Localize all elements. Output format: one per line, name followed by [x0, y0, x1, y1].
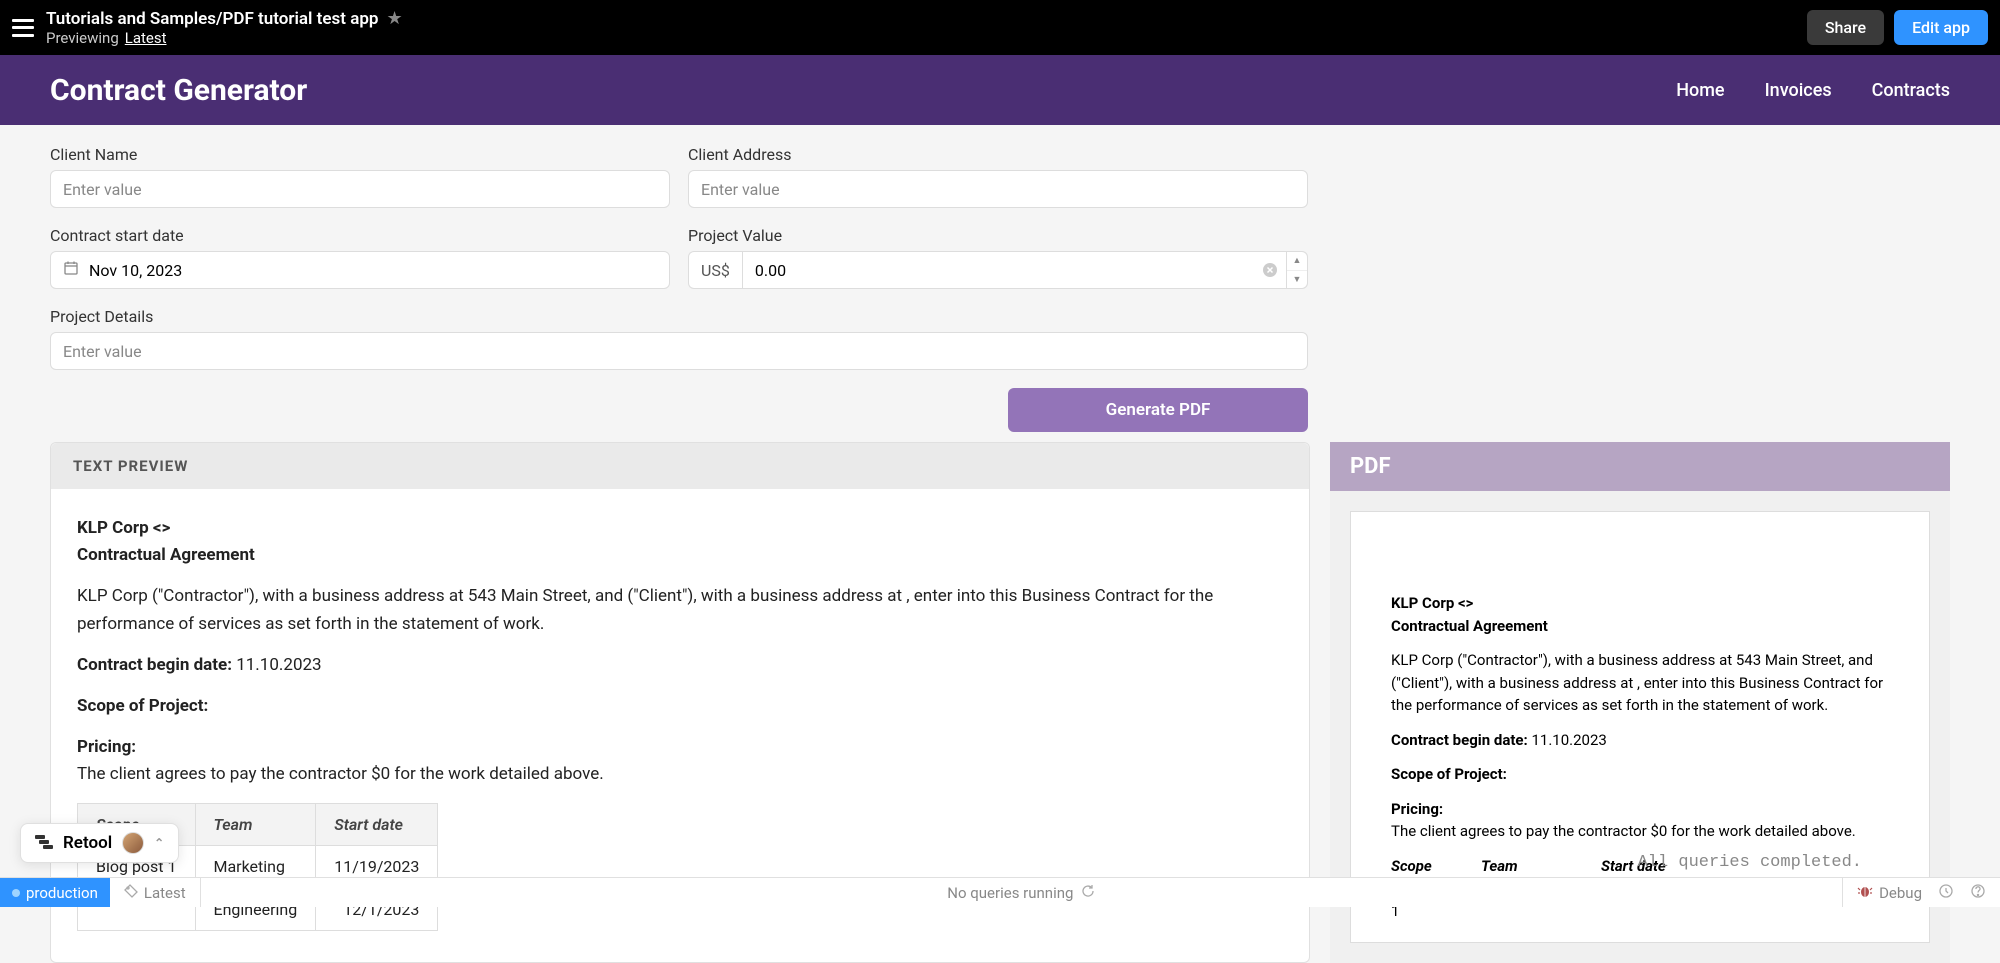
debug-label: Debug	[1879, 884, 1922, 902]
top-bar: Tutorials and Samples/PDF tutorial test …	[0, 0, 2000, 55]
contract-start-group: Contract start date Nov 10, 2023	[50, 226, 670, 289]
breadcrumb-area: Tutorials and Samples/PDF tutorial test …	[46, 8, 403, 47]
avatar[interactable]	[122, 832, 144, 854]
retool-logo-icon	[35, 834, 53, 853]
form-area: Client Name Client Address Contract star…	[0, 125, 2000, 432]
quantity-stepper: ▲ ▼	[1286, 251, 1308, 289]
bug-icon	[1857, 883, 1873, 903]
chevron-up-icon[interactable]: ⌃	[154, 836, 164, 850]
env-label: production	[26, 884, 98, 902]
top-bar-left: Tutorials and Samples/PDF tutorial test …	[12, 8, 403, 47]
queries-status-text: No queries running	[947, 884, 1073, 902]
project-details-input[interactable]	[50, 332, 1308, 370]
help-icon[interactable]	[1970, 883, 1986, 903]
page-title: Contract Generator	[50, 73, 307, 108]
edit-app-button[interactable]: Edit app	[1894, 10, 1988, 45]
pdf-begin-label: Contract begin date:	[1391, 731, 1528, 749]
currency-prefix: US$	[688, 251, 742, 289]
history-icon[interactable]	[1938, 883, 1954, 903]
stepper-down[interactable]: ▼	[1287, 271, 1307, 289]
environment-badge[interactable]: production	[0, 878, 110, 907]
queries-completed-toast: All queries completed.	[1620, 853, 1880, 872]
app-header: Contract Generator Home Invoices Contrac…	[0, 55, 2000, 125]
pdf-agreement-title: Contractual Agreement	[1391, 617, 1548, 635]
nav-contracts[interactable]: Contracts	[1872, 80, 1950, 101]
project-value-group: Project Value US$ ▲ ▼	[688, 226, 1308, 289]
project-details-label: Project Details	[50, 307, 1308, 326]
preview-scope-label: Scope of Project:	[77, 696, 208, 716]
retool-label: Retool	[63, 833, 112, 853]
breadcrumb[interactable]: Tutorials and Samples/PDF tutorial test …	[46, 9, 378, 29]
nav-home[interactable]: Home	[1676, 80, 1724, 101]
bottom-bar: production Latest No queries running Deb…	[0, 877, 2000, 907]
preview-table: Scope Team Start date Blog post 1 Market…	[77, 803, 438, 932]
pdf-scope-label: Scope of Project:	[1391, 765, 1507, 783]
contract-start-input[interactable]: Nov 10, 2023	[50, 251, 670, 289]
calendar-icon	[63, 260, 79, 280]
pdf-th-scope: Scope	[1391, 855, 1461, 878]
version-tag[interactable]: Latest	[110, 878, 201, 907]
project-value-label: Project Value	[688, 226, 1308, 245]
pdf-pricing-text: The client agrees to pay the contractor …	[1391, 822, 1856, 840]
project-details-group: Project Details	[50, 307, 1308, 370]
preview-begin-label: Contract begin date:	[77, 655, 232, 675]
contract-start-label: Contract start date	[50, 226, 670, 245]
nav-invoices[interactable]: Invoices	[1765, 80, 1832, 101]
pdf-pricing-label: Pricing:	[1391, 800, 1443, 818]
th-start: Start date	[316, 803, 438, 846]
generate-pdf-button[interactable]: Generate PDF	[1008, 388, 1308, 432]
share-button[interactable]: Share	[1807, 10, 1884, 45]
pdf-body-1: KLP Corp ("Contractor"), with a business…	[1391, 649, 1889, 717]
pdf-th-team: Team	[1481, 855, 1581, 878]
stepper-up[interactable]: ▲	[1287, 252, 1307, 271]
debug-button[interactable]: Debug	[1857, 883, 1922, 903]
client-name-input[interactable]	[50, 170, 670, 208]
preview-begin-date: 11.10.2023	[236, 655, 321, 675]
menu-icon[interactable]	[12, 19, 34, 37]
client-address-label: Client Address	[688, 145, 1308, 164]
nav-links: Home Invoices Contracts	[1676, 80, 1950, 101]
preview-agreement-title: Contractual Agreement	[77, 545, 255, 565]
clear-icon[interactable]	[1254, 251, 1286, 289]
client-name-group: Client Name	[50, 145, 670, 208]
pdf-company: KLP Corp <>	[1391, 594, 1473, 612]
project-value-field[interactable]	[742, 251, 1254, 289]
client-name-label: Client Name	[50, 145, 670, 164]
version-label: Latest	[144, 884, 186, 902]
preview-body-1: KLP Corp ("Contractor"), with a business…	[77, 583, 1283, 637]
preview-company: KLP Corp <>	[77, 518, 170, 538]
star-icon[interactable]: ★	[386, 8, 402, 29]
debug-area: Debug	[1842, 878, 2000, 907]
contract-start-value: Nov 10, 2023	[89, 261, 182, 280]
th-team: Team	[195, 803, 316, 846]
queries-status: No queries running	[201, 884, 1842, 902]
top-bar-right: Share Edit app	[1807, 10, 1988, 45]
previewing-label: Previewing	[46, 29, 119, 47]
refresh-icon[interactable]	[1081, 884, 1095, 902]
text-preview-header: TEXT PREVIEW	[51, 443, 1309, 489]
pdf-header: PDF	[1330, 442, 1950, 491]
client-address-group: Client Address	[688, 145, 1308, 208]
retool-pill[interactable]: Retool ⌃	[20, 823, 179, 863]
preview-pricing-text: The client agrees to pay the contractor …	[77, 764, 604, 784]
pdf-begin-date: 11.10.2023	[1531, 731, 1606, 749]
preview-pricing-label: Pricing:	[77, 737, 136, 757]
env-dot-icon	[12, 889, 20, 897]
client-address-input[interactable]	[688, 170, 1308, 208]
latest-link[interactable]: Latest	[125, 29, 167, 47]
tag-icon	[124, 884, 138, 902]
project-value-input[interactable]: US$ ▲ ▼	[688, 251, 1308, 289]
